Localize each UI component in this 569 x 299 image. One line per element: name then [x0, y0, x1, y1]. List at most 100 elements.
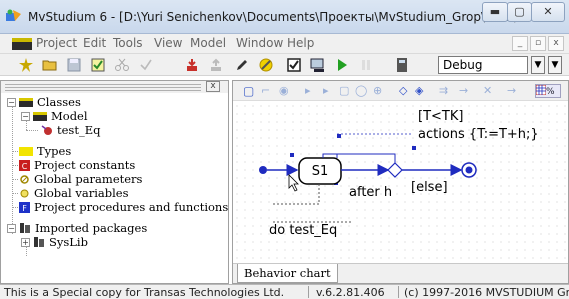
tree-item-imported-packages[interactable]: − Imported packages	[7, 221, 147, 235]
main-toolbar: Debug ▼ ▼	[0, 54, 569, 76]
chart-tabbar: Behavior chart	[233, 263, 568, 283]
terminate-tool-icon[interactable]: ▸	[323, 84, 329, 97]
tree-item-test-eq[interactable]: test_Eq	[41, 123, 100, 137]
calculator-icon[interactable]	[394, 57, 410, 73]
folder-icon	[19, 146, 33, 156]
arrow-tool-icon[interactable]: →	[459, 84, 468, 97]
save-icon[interactable]	[66, 57, 82, 73]
package-icon	[34, 237, 44, 247]
maximize-button[interactable]: ▢	[507, 2, 532, 22]
check-icon[interactable]	[138, 57, 154, 73]
history-tool-icon[interactable]: ⌐	[261, 84, 270, 97]
transition-actions-label: actions {T:=T+h;}	[418, 127, 539, 142]
run-icon[interactable]	[334, 57, 350, 73]
svg-text:F: F	[22, 204, 27, 213]
tree-item-syslib[interactable]: + SysLib	[21, 235, 88, 249]
final-tool-icon[interactable]: ▸	[305, 84, 311, 97]
decision-node[interactable]	[387, 162, 403, 178]
title-bar: MvStudium 6 - [D:\Yuri Senichenkov\Docum…	[0, 0, 569, 34]
status-license: This is a Special copy for Transas Techn…	[4, 286, 285, 299]
tree-item-label: SysLib	[49, 235, 88, 249]
status-version: v.6.2.81.406	[316, 286, 385, 299]
cut-icon[interactable]	[114, 57, 130, 73]
menu-project[interactable]: Project	[36, 36, 77, 50]
tree-item-project-procedures[interactable]: F Project procedures and functions	[19, 200, 228, 214]
state-diagram: S1 [T<TK] actions {T:=T+h;} after h [els…	[259, 109, 539, 238]
fork-tool-icon[interactable]: ⇉	[439, 84, 448, 97]
tree-item-global-parameters[interactable]: Global parameters	[19, 172, 142, 186]
expand-icon[interactable]: +	[21, 237, 30, 247]
window-title: MvStudium 6 - [D:\Yuri Senichenkov\Docum…	[28, 10, 553, 24]
config-select[interactable]: Debug	[438, 56, 528, 74]
mdi-close-button[interactable]: x	[548, 36, 564, 51]
initial-state-dot[interactable]	[259, 166, 267, 174]
mdi-restore-button[interactable]: ▫	[530, 36, 546, 51]
folder-icon	[19, 97, 33, 107]
config-dropdown-arrow-icon[interactable]: ▼	[531, 56, 545, 74]
circle-tool-icon[interactable]: ◯	[355, 84, 367, 97]
transition-after-label: after h	[349, 185, 392, 200]
collapse-icon[interactable]: −	[7, 223, 16, 233]
upload-icon[interactable]	[208, 57, 224, 73]
close-button[interactable]: ✕	[531, 2, 565, 22]
zoom-badge: %	[546, 87, 555, 97]
tree-item-label: Imported packages	[35, 221, 148, 235]
build-icon[interactable]	[184, 57, 200, 73]
delete-tool-icon[interactable]: ✕	[483, 84, 492, 97]
state-tool-icon[interactable]: ▢	[243, 84, 254, 98]
chart-canvas[interactable]: S1 [T<TK] actions {T:=T+h;} after h [els…	[233, 102, 568, 263]
diamond-tool-icon[interactable]: ◇	[399, 84, 407, 97]
menu-model[interactable]: Model	[190, 36, 226, 50]
menu-edit[interactable]: Edit	[83, 36, 106, 50]
status-copyright: (c) 1997-2016 MVSTUDIUM Group	[404, 286, 569, 299]
tree-item-label: Types	[37, 144, 72, 158]
menu-view[interactable]: View	[154, 36, 182, 50]
initial-tool-icon[interactable]: ◉	[279, 84, 289, 97]
collapse-icon[interactable]: −	[21, 111, 30, 121]
panel-close-button[interactable]: x	[206, 81, 220, 92]
tree-item-classes[interactable]: − Classes	[7, 95, 81, 109]
minimize-button[interactable]: ▬	[482, 2, 508, 22]
toolbar-overflow-arrow-icon[interactable]: ▼	[548, 56, 562, 74]
transition-else-label: [else]	[411, 180, 448, 195]
constants-icon: C	[19, 159, 30, 171]
menu-tools[interactable]: Tools	[113, 36, 143, 50]
parameter-icon	[20, 174, 29, 184]
open-icon[interactable]	[42, 57, 58, 73]
tree-item-global-variables[interactable]: Global variables	[19, 186, 128, 200]
status-bar: This is a Special copy for Transas Techn…	[0, 284, 569, 299]
mdi-minimize-button[interactable]: _	[512, 36, 528, 51]
entry-action-label: do test_Eq	[269, 223, 337, 238]
state-s1-label: S1	[312, 164, 329, 179]
new-icon[interactable]	[18, 57, 34, 73]
class-icon	[41, 125, 52, 135]
zoom-button[interactable]: %	[535, 84, 561, 98]
save-all-icon[interactable]	[90, 57, 106, 73]
no-icon[interactable]	[258, 57, 274, 73]
menu-help[interactable]: Help	[287, 36, 314, 50]
branch-tool-icon[interactable]: ◈	[415, 84, 423, 97]
transition-tool-icon[interactable]: →	[507, 84, 516, 97]
compile-icon[interactable]	[310, 57, 326, 73]
rectangle-tool-icon[interactable]: ▢	[339, 84, 349, 97]
pencil-icon[interactable]	[234, 57, 250, 73]
pause-icon[interactable]	[358, 57, 374, 73]
grid-icon	[535, 84, 547, 96]
tree-item-types[interactable]: Types	[19, 144, 71, 158]
transition-loop[interactable]	[336, 153, 396, 163]
collapse-icon[interactable]: −	[7, 97, 16, 107]
junction-tool-icon[interactable]: ⊕	[373, 84, 382, 97]
tab-behavior-chart[interactable]: Behavior chart	[237, 264, 338, 283]
app-icon	[6, 9, 21, 21]
menu-bar: Project Edit Tools View Model Window Hel…	[0, 34, 569, 54]
project-menu-icon	[12, 38, 32, 50]
mouse-cursor-icon	[288, 174, 299, 192]
svg-text:C: C	[22, 162, 28, 171]
chart-toolbar: ▢ ⌐ ◉ ▸ ▸ ▢ ◯ ⊕ ◇ ◈ ⇉ → ✕ → %	[233, 81, 568, 101]
tree-item-project-constants[interactable]: C Project constants	[19, 158, 135, 172]
tree-item-model[interactable]: − Model	[21, 109, 88, 123]
tree-item-label: Global variables	[34, 186, 129, 200]
checkbox-icon[interactable]	[286, 57, 302, 73]
tree-item-label: Classes	[37, 95, 81, 109]
menu-window[interactable]: Window	[236, 36, 283, 50]
